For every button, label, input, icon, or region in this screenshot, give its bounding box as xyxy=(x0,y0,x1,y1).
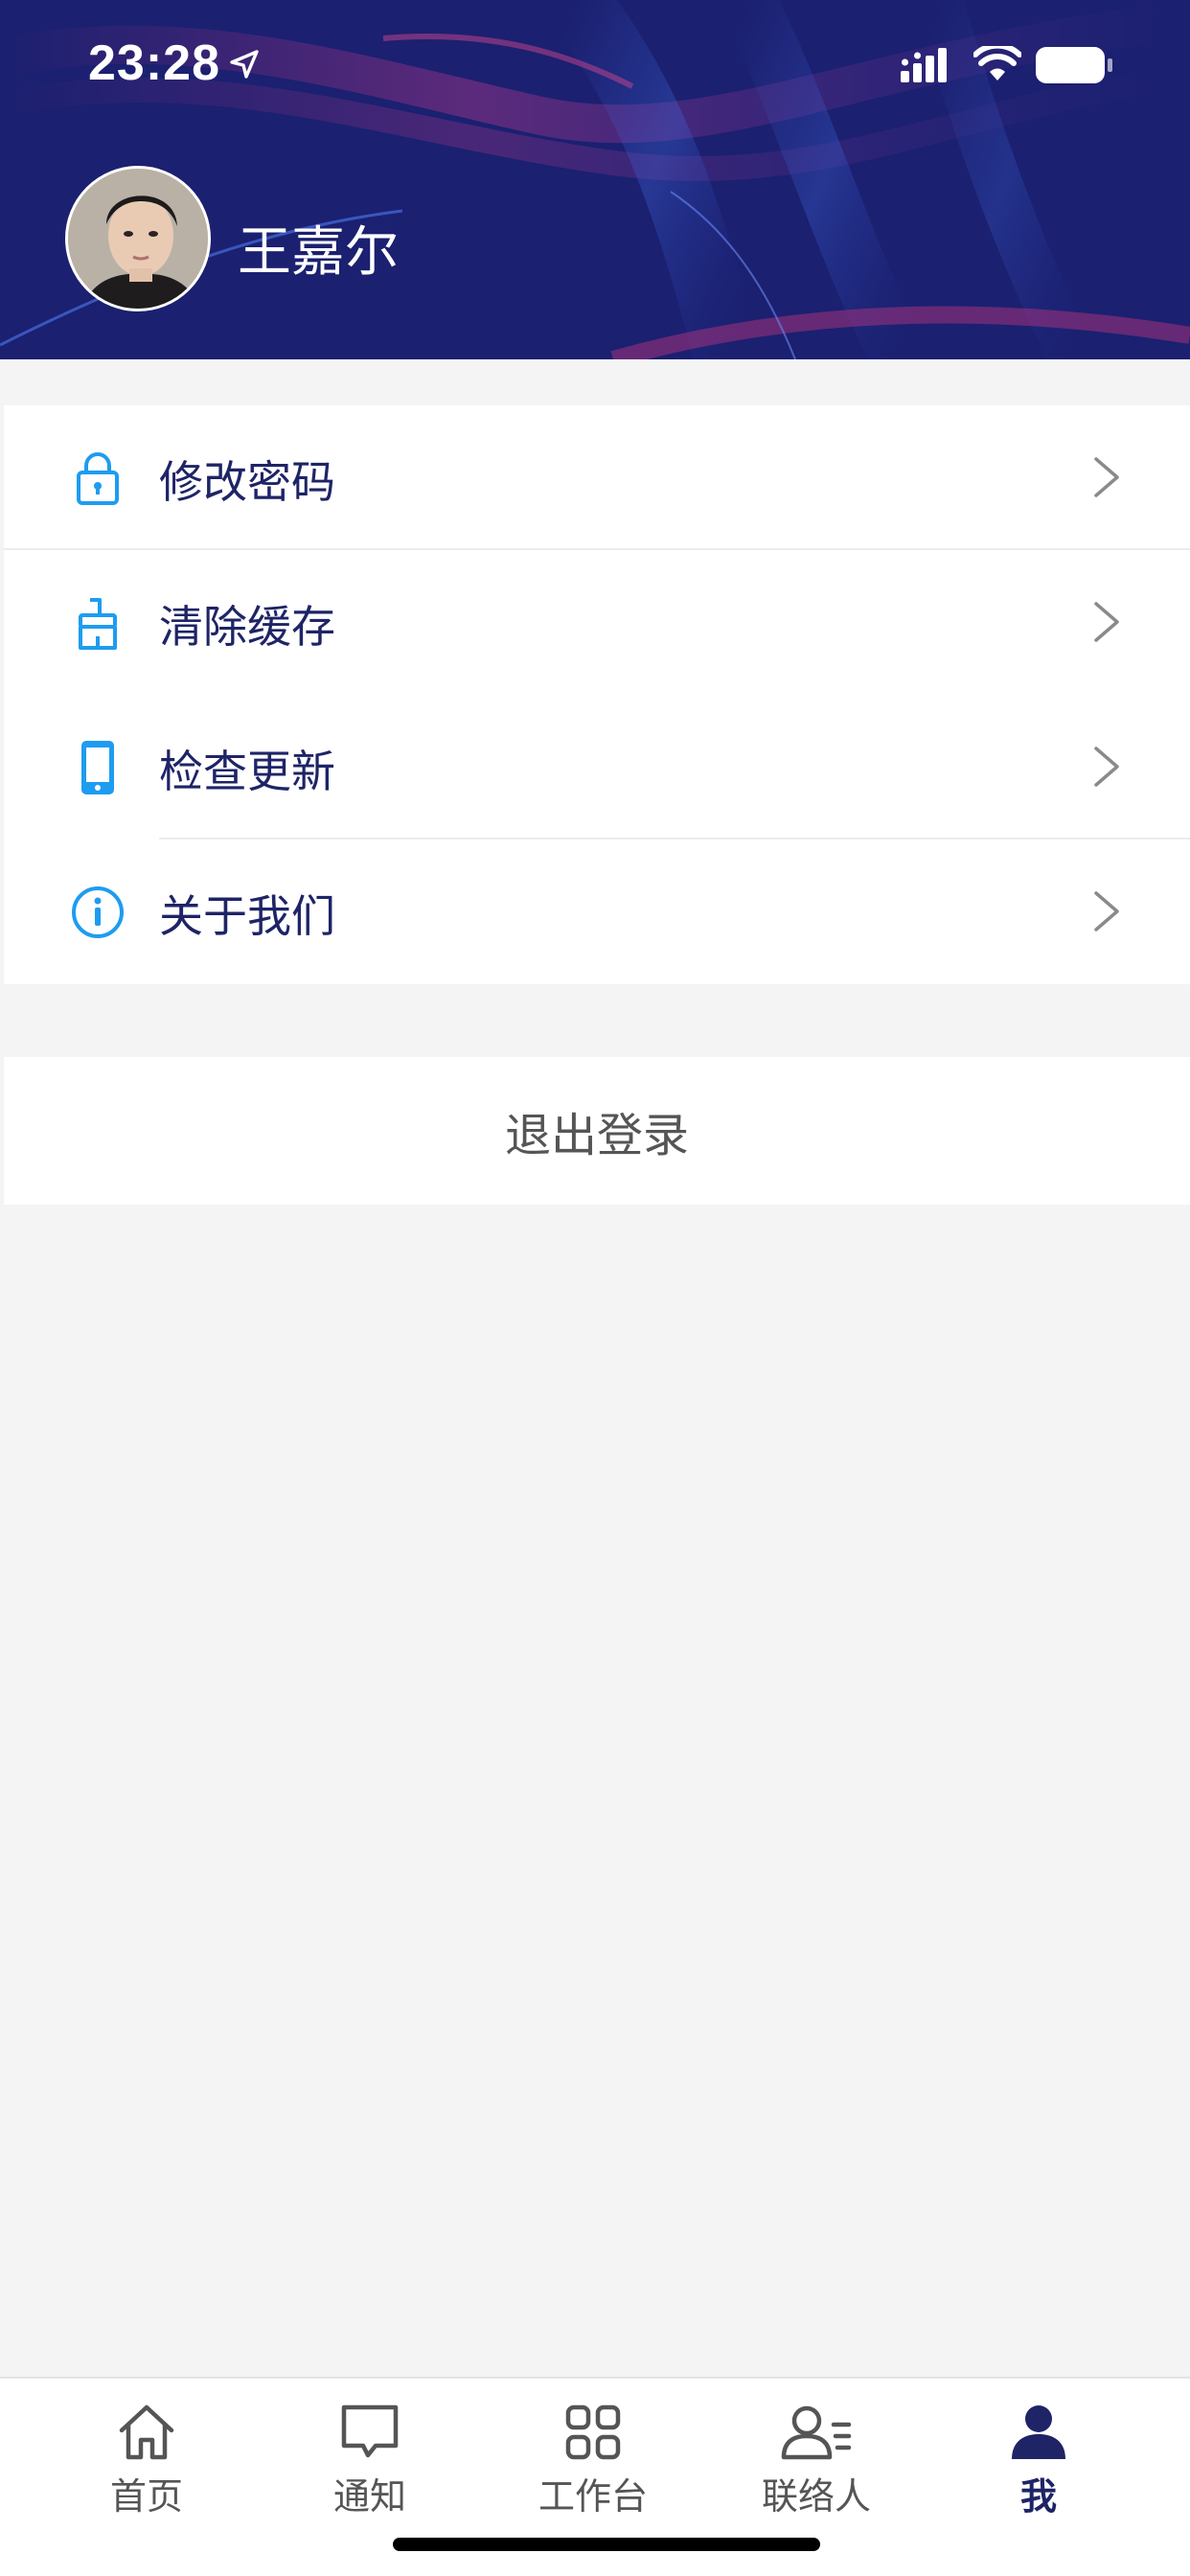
tab-workbench[interactable]: 工作台 xyxy=(482,2380,704,2524)
home-icon xyxy=(119,2404,174,2460)
settings-menu: 修改密码 清除缓存 检查更新 关于我们 xyxy=(4,405,1190,984)
menu-item-check-update[interactable]: 检查更新 xyxy=(4,695,1190,840)
menu-item-change-password[interactable]: 修改密码 xyxy=(4,405,1190,550)
person-icon xyxy=(1012,2405,1065,2459)
avatar[interactable] xyxy=(65,166,211,311)
wifi-icon xyxy=(973,46,1021,80)
logout-button[interactable]: 退出登录 xyxy=(4,1057,1190,1205)
logout-label: 退出登录 xyxy=(504,1109,689,1162)
chevron-right-icon xyxy=(1094,747,1119,787)
tab-me[interactable]: 我 xyxy=(927,2380,1150,2524)
tab-label: 我 xyxy=(1019,2475,1057,2518)
chevron-right-icon xyxy=(1094,457,1119,497)
tab-home[interactable]: 首页 xyxy=(35,2380,258,2524)
menu-item-label: 修改密码 xyxy=(159,456,335,508)
menu-item-about-us[interactable]: 关于我们 xyxy=(4,840,1190,984)
lock-icon xyxy=(77,452,119,505)
menu-item-label: 关于我们 xyxy=(159,890,335,942)
chevron-right-icon xyxy=(1094,891,1119,932)
chevron-right-icon xyxy=(1094,602,1119,642)
location-arrow-icon xyxy=(230,50,259,79)
tab-contacts[interactable]: 联络人 xyxy=(705,2380,927,2524)
tab-label: 联络人 xyxy=(761,2475,871,2518)
tab-notifications[interactable]: 通知 xyxy=(259,2380,481,2524)
contacts-icon xyxy=(781,2405,852,2460)
status-bar: 23:28 xyxy=(0,0,1190,134)
menu-item-label: 清除缓存 xyxy=(159,601,335,653)
menu-item-clear-cache[interactable]: 清除缓存 xyxy=(4,550,1190,695)
menu-item-label: 检查更新 xyxy=(159,746,335,797)
tab-label: 工作台 xyxy=(538,2475,648,2518)
phone-icon xyxy=(81,741,114,794)
user-name: 王嘉尔 xyxy=(238,221,399,284)
cellular-signal-icon xyxy=(901,48,947,82)
brush-icon xyxy=(79,598,117,650)
grid-icon xyxy=(565,2404,621,2460)
avatar-portrait xyxy=(68,169,208,309)
message-icon xyxy=(341,2404,399,2458)
battery-icon xyxy=(1036,47,1112,83)
profile-header: 23:28 王嘉尔 xyxy=(0,0,1190,359)
tab-label: 通知 xyxy=(332,2475,406,2518)
home-indicator xyxy=(393,2538,820,2551)
status-time: 23:28 xyxy=(88,35,220,91)
info-icon xyxy=(72,886,124,938)
tab-label: 首页 xyxy=(109,2475,183,2518)
